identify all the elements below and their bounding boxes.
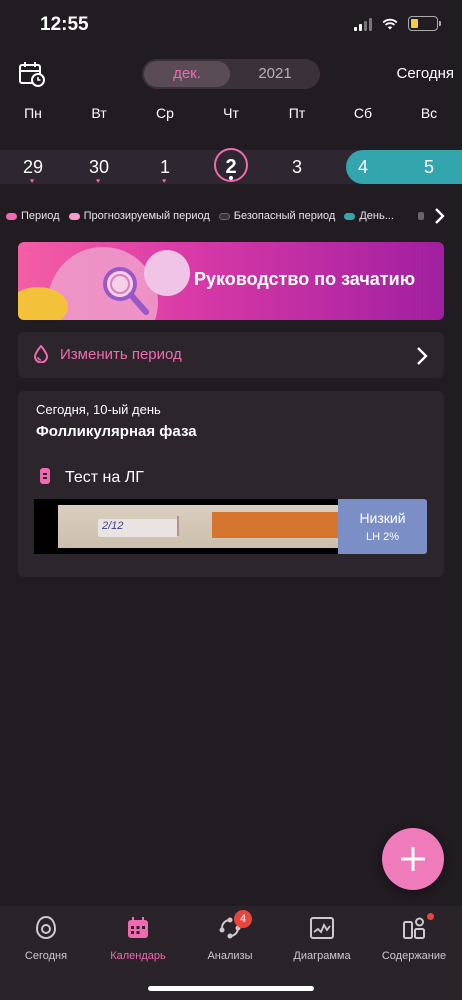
today-icon [35, 915, 57, 939]
magnifier-illustration-icon [103, 267, 149, 315]
day-summary-card: Сегодня, 10-ый день Фолликулярная фаза Т… [18, 391, 444, 577]
lh-test-photo[interactable]: 2/12 [34, 499, 338, 554]
day-cell-today[interactable]: 2 [198, 150, 264, 184]
plus-icon [401, 847, 425, 871]
chevron-right-icon[interactable] [434, 207, 446, 225]
day-subtitle: Сегодня, 10-ый день [36, 402, 161, 417]
legend-swatch [68, 212, 80, 220]
week-days-strip: 29 ♥ 30 ♥ 1 ♥ 2 3 4 5 [0, 148, 462, 185]
tab-label: Содержание [381, 950, 447, 962]
day-cell[interactable]: 30 ♥ [66, 150, 132, 185]
day-cell[interactable]: 29 ♥ [0, 150, 66, 185]
legend-item: День... [344, 210, 394, 222]
weekday-label: Ср [156, 105, 174, 121]
day-number: 3 [291, 157, 302, 177]
legend-label: День... [359, 210, 394, 222]
tab-analysis[interactable]: 4 Анализы [184, 910, 276, 962]
day-cell[interactable]: 3 [264, 150, 330, 184]
legend-item: Период [6, 210, 60, 222]
legend-more-swatch [418, 212, 424, 220]
legend-item: Прогнозируемый период [68, 210, 210, 222]
weekday-label: Чт [223, 105, 239, 121]
lh-result-value: LH 2% [365, 531, 400, 543]
content-icon [403, 917, 425, 939]
tab-chart[interactable]: Диаграмма [276, 914, 368, 962]
day-number: 2 [225, 156, 237, 178]
battery-icon [408, 16, 441, 31]
today-dot [229, 176, 233, 180]
change-period-label: Изменить период [60, 346, 182, 363]
legend-label: Безопасный период [233, 210, 336, 222]
day-number: 30 [88, 157, 110, 177]
test-line [177, 516, 179, 536]
month-year-switch: дек. 2021 [142, 59, 320, 89]
test-strip-icon [40, 468, 50, 484]
cycle-phase: Фолликулярная фаза [36, 423, 197, 440]
day-number: 5 [423, 157, 434, 177]
lh-test-title: Тест на ЛГ [65, 469, 144, 486]
legend-item: Безопасный период [218, 210, 336, 222]
tab-today[interactable]: Сегодня [0, 914, 92, 962]
legend-swatch [344, 212, 356, 220]
test-strip-date: 2/12 [102, 520, 124, 532]
add-button[interactable] [382, 828, 444, 890]
lh-result-label: Низкий [359, 510, 406, 526]
home-indicator [148, 986, 314, 991]
tab-label: Анализы [207, 950, 253, 962]
legend-label: Прогнозируемый период [83, 210, 210, 222]
period-heart-icon: ♥ [96, 178, 101, 185]
day-number: 4 [357, 157, 368, 177]
year-tab[interactable]: 2021 [232, 61, 318, 87]
top-bar: дек. 2021 Сегодня [0, 58, 462, 94]
chevron-right-icon [417, 347, 428, 365]
day-number: 29 [22, 157, 44, 177]
weekday-label: Сб [353, 105, 373, 121]
notification-dot [427, 913, 434, 920]
period-heart-icon: ♥ [30, 178, 35, 185]
tab-calendar[interactable]: Календарь [92, 914, 184, 962]
day-number: 1 [159, 157, 170, 177]
drop-icon [34, 345, 48, 363]
weekday-label: Пт [288, 105, 306, 121]
conception-guide-banner[interactable]: Руководство по зачатию [18, 242, 444, 320]
weekday-label: Пн [24, 105, 42, 121]
calendar-icon [128, 917, 148, 938]
tab-label: Календарь [110, 950, 166, 962]
lh-result-badge[interactable]: Низкий LH 2% [338, 499, 427, 554]
day-cell[interactable]: 5 [396, 150, 462, 184]
month-tab[interactable]: дек. [144, 61, 230, 87]
notification-badge: 4 [234, 910, 252, 928]
change-period-row[interactable]: Изменить период [18, 332, 444, 378]
period-heart-icon: ♥ [162, 178, 167, 185]
weekday-header: Пн Вт Ср Чт Пт Сб Вс [0, 105, 462, 121]
weekday-label: Вс [420, 105, 438, 121]
weekday-label: Вт [91, 105, 107, 121]
wifi-icon [382, 18, 398, 29]
status-bar: 12:55 [0, 0, 462, 50]
day-cell[interactable]: 4 [330, 150, 396, 184]
status-time: 12:55 [40, 14, 89, 35]
calendar-clock-icon[interactable] [18, 60, 46, 88]
tab-content[interactable]: Содержание [368, 913, 460, 962]
banner-title: Руководство по зачатию [194, 269, 416, 289]
chart-icon [310, 917, 334, 939]
day-cell[interactable]: 1 ♥ [132, 150, 198, 185]
today-button[interactable]: Сегодня [397, 65, 455, 82]
tab-label: Диаграмма [293, 950, 351, 962]
tab-label: Сегодня [24, 950, 68, 962]
cellular-signal-icon [354, 17, 372, 31]
legend-label: Период [21, 210, 60, 222]
test-strip-wick [212, 512, 338, 538]
legend-bar: Период Прогнозируемый период Безопасный … [6, 208, 426, 224]
status-icons [354, 16, 441, 31]
legend-swatch [218, 212, 230, 220]
legend-swatch [6, 212, 17, 220]
